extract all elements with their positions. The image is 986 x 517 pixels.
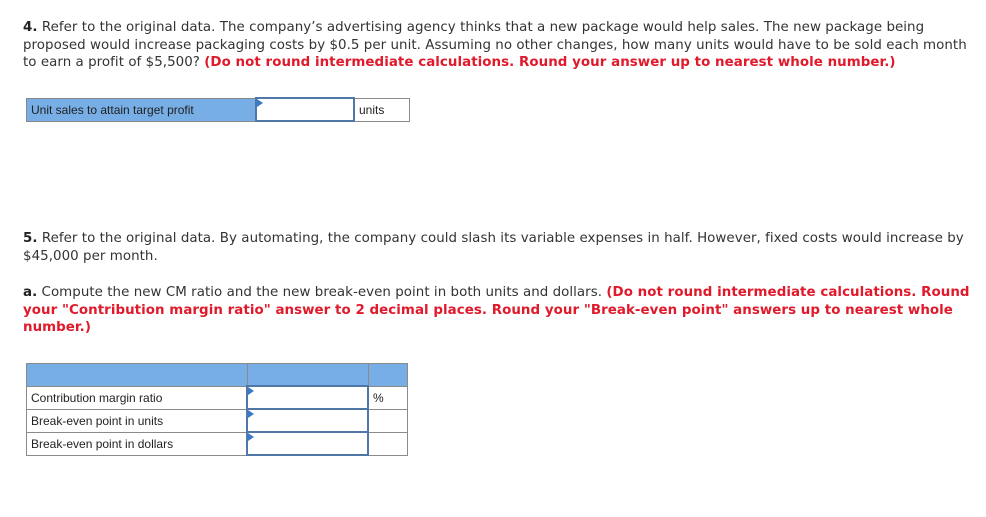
question-5a-letter: a. [23, 285, 38, 300]
break-even-units-label: Break-even point in units [26, 408, 248, 433]
input-flag-icon [248, 410, 254, 418]
break-even-dollars-unit [367, 431, 408, 456]
break-even-units-unit [367, 408, 408, 433]
table-row: Unit sales to attain target profit units [26, 97, 410, 122]
question-5-number: 5. [23, 231, 38, 246]
question-5-text: 5. Refer to the original data. By automa… [23, 230, 973, 265]
unit-sales-input[interactable] [257, 100, 353, 119]
break-even-dollars-label: Break-even point in dollars [26, 431, 248, 456]
header-cell-label [26, 363, 248, 387]
question-5a-text: a. Compute the new CM ratio and the new … [23, 284, 973, 337]
input-flag-icon [257, 99, 263, 107]
question-4-text: 4. Refer to the original data. The compa… [23, 19, 973, 72]
cm-ratio-label: Contribution margin ratio [26, 385, 248, 410]
break-even-units-input[interactable] [248, 411, 367, 430]
question-5a-answer-table: Contribution margin ratio % Break-even p… [26, 363, 408, 456]
header-cell-value [246, 363, 369, 387]
unit-sales-unit: units [353, 97, 410, 122]
question-4-answer-table: Unit sales to attain target profit units [26, 97, 410, 122]
cm-ratio-input[interactable] [248, 388, 367, 407]
table-row: Contribution margin ratio % [26, 385, 408, 410]
cm-ratio-unit: % [367, 385, 408, 410]
break-even-units-input-cell [246, 408, 369, 433]
question-5-body: Refer to the original data. By automatin… [23, 231, 964, 264]
cm-ratio-input-cell [246, 385, 369, 410]
break-even-dollars-input[interactable] [248, 434, 367, 453]
input-flag-icon [248, 433, 254, 441]
question-4-instruction: (Do not round intermediate calculations.… [204, 55, 896, 70]
table-row: Break-even point in units [26, 408, 408, 433]
table-header-row [26, 363, 408, 387]
break-even-dollars-input-cell [246, 431, 369, 456]
header-cell-unit [367, 363, 408, 387]
table-row: Break-even point in dollars [26, 431, 408, 456]
unit-sales-label: Unit sales to attain target profit [26, 97, 257, 122]
unit-sales-input-cell [255, 97, 355, 122]
input-flag-icon [248, 387, 254, 395]
question-4-number: 4. [23, 20, 38, 35]
question-5a-body: Compute the new CM ratio and the new bre… [37, 285, 607, 300]
